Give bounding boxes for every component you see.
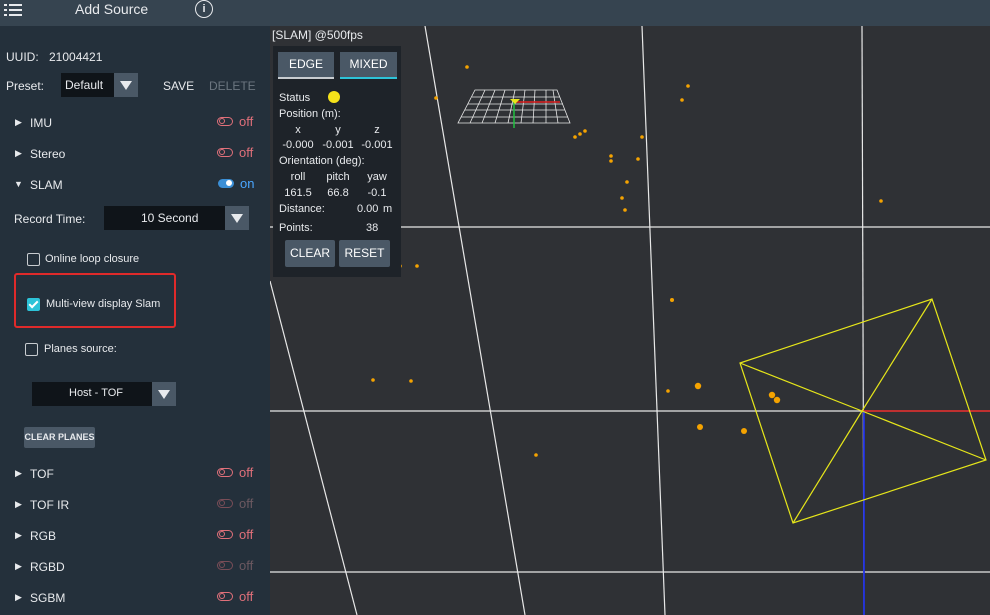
stream-sgbm[interactable]: SGBM xyxy=(30,591,65,605)
point-cloud xyxy=(371,65,883,457)
viewport-title: [SLAM] @500fps xyxy=(272,28,363,42)
expand-arrow-icon[interactable]: ▶ xyxy=(15,148,22,159)
planes-source-label: Planes source: xyxy=(44,343,117,355)
rgbd-toggle-icon[interactable] xyxy=(217,561,233,570)
stream-stereo[interactable]: Stereo xyxy=(30,147,65,161)
distance-value: 0.00 xyxy=(357,203,379,215)
rgbd-state: off xyxy=(239,558,254,573)
stereo-toggle-icon[interactable] xyxy=(217,148,233,157)
pos-value-z: -0.001 xyxy=(361,139,393,151)
tof-state: off xyxy=(239,465,254,480)
planes-source-checkbox[interactable] xyxy=(25,343,38,356)
record-time-select[interactable]: 10 Second xyxy=(104,206,249,230)
uuid-label: UUID: xyxy=(6,50,39,64)
delete-button[interactable]: DELETE xyxy=(209,79,256,93)
ori-value-roll: 161.5 xyxy=(284,187,312,199)
chevron-down-icon[interactable] xyxy=(152,382,176,406)
collapse-arrow-icon[interactable]: ▼ xyxy=(14,179,23,189)
online-loop-closure-label: Online loop closure xyxy=(45,253,140,265)
stream-rgb[interactable]: RGB xyxy=(30,529,56,543)
position-label: Position (m): xyxy=(279,108,341,120)
info-icon[interactable]: i xyxy=(195,0,213,18)
tab-mixed[interactable]: MIXED xyxy=(340,52,397,79)
save-button[interactable]: SAVE xyxy=(163,79,194,93)
chevron-down-icon[interactable] xyxy=(225,206,249,230)
preset-value: Default xyxy=(65,78,104,92)
record-time-value: 10 Second xyxy=(141,211,199,225)
sgbm-toggle-icon[interactable] xyxy=(217,592,233,601)
chevron-down-icon[interactable] xyxy=(114,73,138,97)
pos-header-x: x xyxy=(295,124,301,136)
points-label: Points: xyxy=(279,222,313,234)
record-time-label: Record Time: xyxy=(14,212,86,226)
slam-state: on xyxy=(240,176,255,191)
imu-state: off xyxy=(239,114,254,129)
stream-slam[interactable]: SLAM xyxy=(30,178,63,192)
preset-label: Preset: xyxy=(6,79,45,93)
expand-arrow-icon[interactable]: ▶ xyxy=(15,561,22,572)
stream-rgbd[interactable]: RGBD xyxy=(30,560,65,574)
pos-header-z: z xyxy=(374,124,380,136)
rgb-state: off xyxy=(239,527,254,542)
multi-view-slam-checkbox[interactable] xyxy=(27,298,40,311)
planes-source-select[interactable]: Host - TOF xyxy=(32,382,176,406)
planes-source-value: Host - TOF xyxy=(69,387,123,399)
tof-ir-toggle-icon[interactable] xyxy=(217,499,233,508)
pos-value-y: -0.001 xyxy=(322,139,354,151)
stream-tof[interactable]: TOF xyxy=(30,467,54,481)
multi-view-slam-label: Multi-view display Slam xyxy=(46,298,161,310)
clear-planes-button[interactable]: CLEAR PLANES xyxy=(24,427,95,448)
ori-header-yaw: yaw xyxy=(367,171,387,183)
ori-header-pitch: pitch xyxy=(326,171,350,183)
points-value: 38 xyxy=(366,222,379,234)
online-loop-closure-checkbox[interactable] xyxy=(27,253,40,266)
ori-value-yaw: -0.1 xyxy=(367,187,387,199)
tof-ir-state: off xyxy=(239,496,254,511)
distance-unit: m xyxy=(383,203,393,215)
expand-arrow-icon[interactable]: ▶ xyxy=(15,117,22,128)
pos-value-x: -0.000 xyxy=(282,139,314,151)
stream-imu[interactable]: IMU xyxy=(30,116,52,130)
ori-value-pitch: 66.8 xyxy=(327,187,349,199)
imu-toggle-icon[interactable] xyxy=(217,117,233,126)
slam-toggle-icon[interactable] xyxy=(218,179,234,188)
expand-arrow-icon[interactable]: ▶ xyxy=(15,499,22,510)
expand-arrow-icon[interactable]: ▶ xyxy=(15,530,22,541)
tof-toggle-icon[interactable] xyxy=(217,468,233,477)
uuid-value: 21004421 xyxy=(49,50,103,64)
ori-header-roll: roll xyxy=(290,171,306,183)
orientation-label: Orientation (deg): xyxy=(279,155,365,167)
expand-arrow-icon[interactable]: ▶ xyxy=(15,468,22,479)
status-label: Status xyxy=(279,92,311,104)
reset-button[interactable]: RESET xyxy=(339,240,390,267)
expand-arrow-icon[interactable]: ▶ xyxy=(15,592,22,603)
stream-tof-ir[interactable]: TOF IR xyxy=(30,498,69,512)
distance-label: Distance: xyxy=(279,203,325,215)
rgb-toggle-icon[interactable] xyxy=(217,530,233,539)
slam-info-panel: EDGE MIXED Status Position (m): x y z -0… xyxy=(273,46,401,277)
pos-header-y: y xyxy=(335,124,341,136)
stereo-state: off xyxy=(239,145,254,160)
status-indicator-icon xyxy=(328,91,340,103)
clear-button[interactable]: CLEAR xyxy=(285,240,335,267)
sgbm-state: off xyxy=(239,589,254,604)
page-title: Add Source xyxy=(75,1,149,17)
top-bar: Add Source i xyxy=(0,0,990,26)
preset-select[interactable]: Default xyxy=(61,73,138,97)
menu-icon[interactable] xyxy=(4,1,22,19)
tab-edge[interactable]: EDGE xyxy=(278,52,334,79)
